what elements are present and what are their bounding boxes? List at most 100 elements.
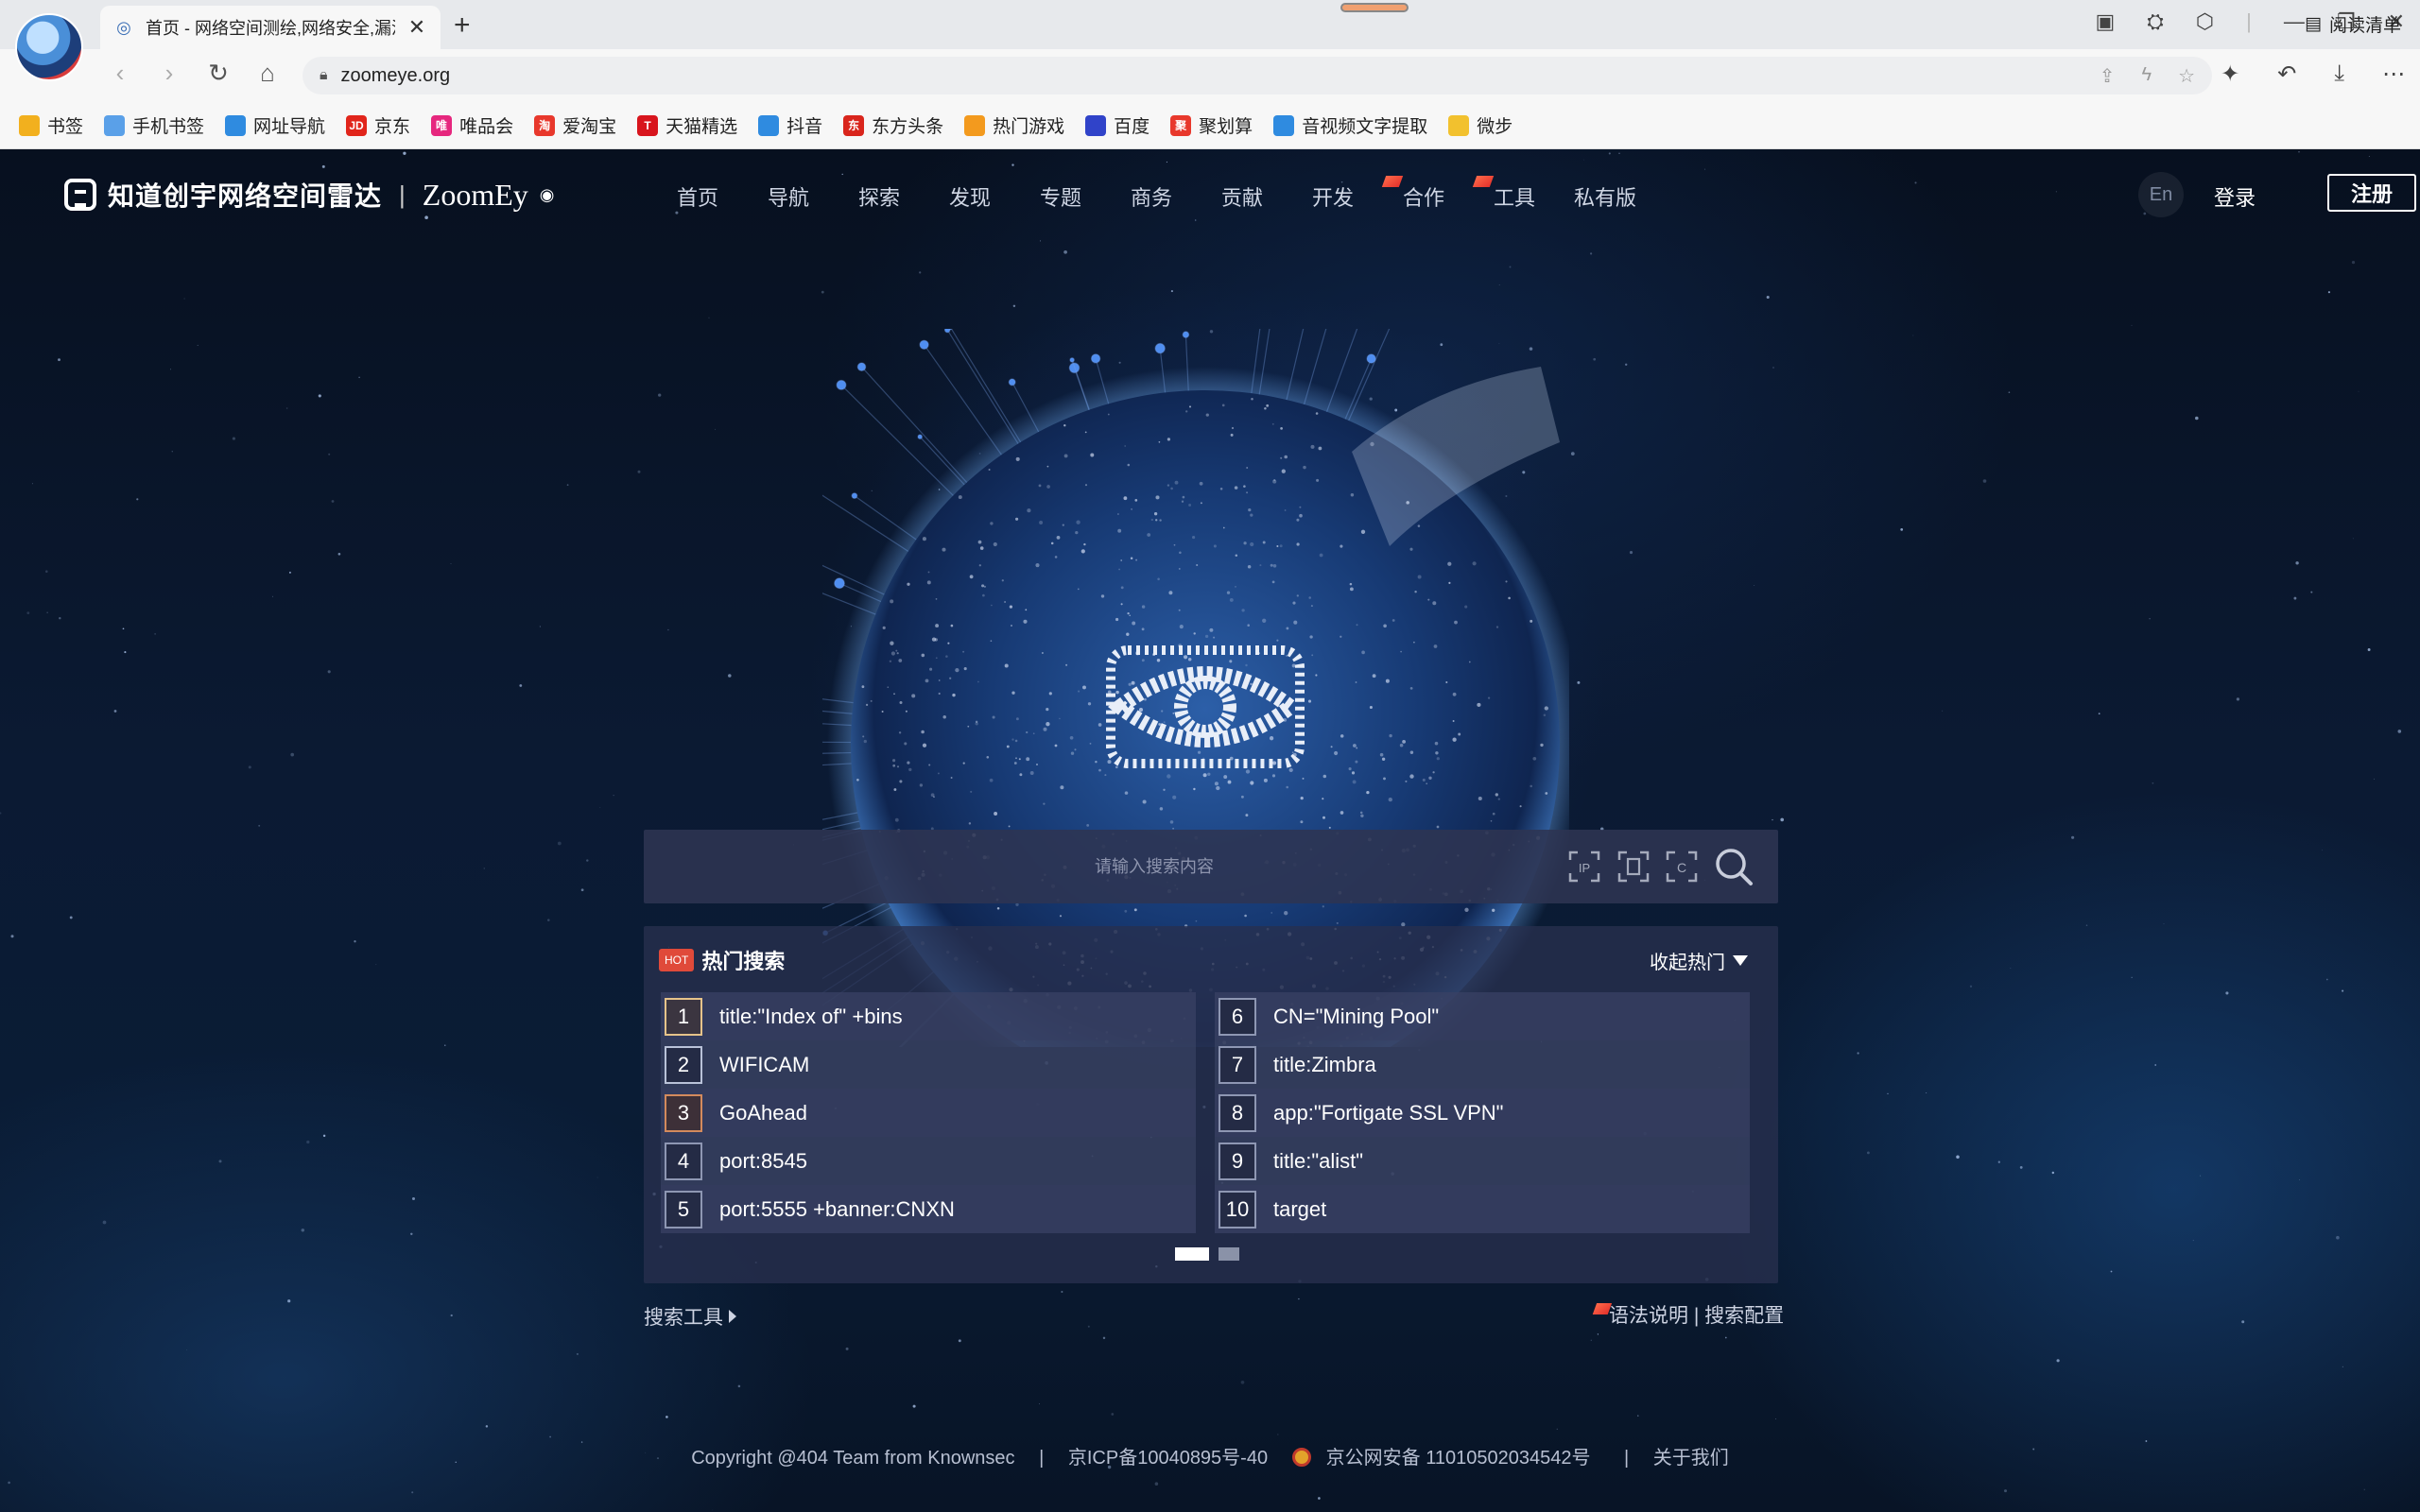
site-nav-item[interactable]: 专题	[1015, 181, 1106, 212]
bookmark-item[interactable]: 热门游戏	[964, 112, 1064, 138]
register-button[interactable]: 注册	[2327, 174, 2416, 212]
hot-search-item[interactable]: 4 port:8545	[661, 1137, 1196, 1185]
globe-particle	[975, 720, 978, 723]
bookmark-item[interactable]: 抖音	[758, 112, 822, 138]
home-icon[interactable]: ⌂	[251, 59, 284, 88]
hot-search-item[interactable]: 2 WIFICAM	[661, 1040, 1196, 1089]
hot-search-item[interactable]: 9 title:"alist"	[1215, 1137, 1750, 1185]
globe-particle	[1026, 757, 1030, 762]
footer-police-link[interactable]: 京公网安备 11010502034542号	[1291, 1448, 1600, 1469]
download-icon[interactable]: ⤓	[2334, 60, 2344, 88]
site-logo[interactable]: 知道创宇网络空间雷达 | ZoomEy ◉	[64, 176, 554, 214]
address-bar[interactable]: 🔒︎ zoomeye.org ⇪ ϟ ☆	[302, 57, 2212, 94]
globe-particle	[949, 677, 952, 679]
globe-particle	[1280, 427, 1283, 430]
site-nav-item[interactable]: 开发	[1288, 181, 1378, 212]
window-drag-handle[interactable]	[1340, 3, 1409, 12]
star-dot	[26, 611, 30, 615]
lightning-icon[interactable]: ϟ	[2141, 64, 2152, 88]
favorite-star-icon[interactable]: ☆	[2178, 64, 2195, 88]
incognito-icon[interactable]: ⛭	[2147, 9, 2164, 34]
forward-icon[interactable]: ›	[153, 59, 185, 88]
divider: |	[2246, 9, 2252, 33]
bookmark-item[interactable]: JD 京东	[346, 112, 410, 138]
domain-search-icon[interactable]	[1617, 850, 1650, 883]
bookmark-item[interactable]: 唯唯品会	[431, 112, 513, 138]
reading-list-button[interactable]: ▤ 阅读清单	[2305, 11, 2401, 37]
site-nav-item[interactable]: 私有版	[1560, 181, 1651, 212]
globe-particle	[1142, 799, 1147, 804]
back-icon[interactable]: ‹	[104, 59, 136, 88]
search-icon[interactable]	[1714, 847, 1754, 886]
cert-search-icon[interactable]: C	[1666, 850, 1698, 883]
hot-search-item[interactable]: 10 target	[1215, 1185, 1750, 1233]
footer-about-link[interactable]: 关于我们	[1653, 1448, 1729, 1469]
star-dot	[183, 298, 185, 300]
hot-search-item[interactable]: 5 port:5555 +banner:CNXN	[661, 1185, 1196, 1233]
sidebar-toggle-icon[interactable]: ▣	[2095, 9, 2115, 34]
hot-search-item[interactable]: 8 app:"Fortigate SSL VPN"	[1215, 1089, 1750, 1137]
bookmark-item[interactable]: 百度	[1085, 112, 1150, 138]
globe-particle	[1181, 500, 1184, 503]
globe-particle	[1179, 625, 1184, 629]
bookmark-item[interactable]: 聚聚划算	[1170, 112, 1253, 138]
bookmark-item[interactable]: 书签	[19, 112, 83, 138]
bookmark-item[interactable]: 东东方头条	[843, 112, 943, 138]
pager-dot[interactable]	[1219, 1247, 1239, 1261]
bookmark-item[interactable]: 淘爱淘宝	[534, 112, 616, 138]
globe-particle	[1127, 611, 1130, 615]
bookmark-item[interactable]: 手机书签	[104, 112, 204, 138]
hot-search-item[interactable]: 1 title:"Index of" +bins	[661, 992, 1196, 1040]
hot-search-item[interactable]: 6 CN="Mining Pool"	[1215, 992, 1750, 1040]
globe-particle	[1452, 692, 1457, 696]
globe-particle	[942, 547, 946, 552]
ip-search-icon[interactable]: IP	[1568, 850, 1600, 883]
site-nav-item[interactable]: 探索	[834, 181, 925, 212]
globe-particle	[1015, 517, 1019, 521]
site-nav-item[interactable]: 发现	[925, 181, 1015, 212]
active-tab[interactable]: ◎ 首页 - 网络空间测绘,网络安全,漏洞 ✕	[100, 6, 441, 49]
site-nav-item[interactable]: 商务	[1106, 181, 1197, 212]
pager-dot-active[interactable]	[1175, 1247, 1209, 1261]
footer-icp-link[interactable]: 京ICP备10040895号-40	[1068, 1448, 1268, 1469]
site-nav-item[interactable]: 工具	[1469, 181, 1560, 212]
hot-search-item[interactable]: 3 GoAhead	[661, 1089, 1196, 1137]
globe-particle	[1340, 734, 1344, 738]
bookmark-item[interactable]: 音视频文字提取	[1273, 112, 1427, 138]
star-dot	[1170, 290, 1173, 293]
bookmark-item[interactable]: 网址导航	[225, 112, 325, 138]
search-tools-link[interactable]: 搜索工具	[644, 1302, 736, 1331]
bookmark-item[interactable]: T 天猫精选	[637, 112, 737, 138]
extensions-icon[interactable]: ✦	[2221, 60, 2239, 88]
undo-icon[interactable]: ↶	[2277, 60, 2296, 88]
login-link[interactable]: 登录	[2214, 181, 2256, 212]
syntax-config-links[interactable]: 语法说明 | 搜索配置	[1592, 1300, 1784, 1329]
more-menu-icon[interactable]: ⋯	[2382, 60, 2405, 88]
tab-close-icon[interactable]: ✕	[406, 15, 427, 40]
browser-avatar[interactable]	[15, 13, 83, 81]
bookmark-item[interactable]: 微步	[1448, 112, 1512, 138]
lock-icon[interactable]: 🔒︎	[320, 67, 328, 84]
search-input[interactable]	[644, 830, 1532, 903]
globe-particle	[1445, 680, 1448, 684]
site-nav-item[interactable]: 合作	[1378, 181, 1469, 212]
site-nav-item[interactable]: 贡献	[1197, 181, 1288, 212]
hot-search-item[interactable]: 7 title:Zimbra	[1215, 1040, 1750, 1089]
e-icon	[758, 114, 780, 136]
extension-shield-icon[interactable]: ⬡	[2196, 9, 2214, 34]
new-tab-button[interactable]: +	[454, 9, 471, 42]
minimize-icon[interactable]: —	[2284, 9, 2305, 34]
star-dot	[2149, 618, 2151, 620]
share-icon[interactable]: ⇪	[2100, 64, 2116, 88]
globe-particle	[1115, 617, 1119, 622]
site-nav-item[interactable]: 首页	[652, 181, 743, 212]
collapse-hot-button[interactable]: 收起热门	[1650, 947, 1748, 974]
language-toggle[interactable]: En	[2138, 172, 2184, 217]
star-dot	[596, 1177, 598, 1178]
star-dot	[58, 358, 60, 362]
reload-icon[interactable]: ↻	[202, 59, 234, 88]
globe-particle	[1006, 745, 1010, 748]
globe-particle	[1352, 780, 1357, 784]
site-nav-item[interactable]: 导航	[743, 181, 834, 212]
star-dot	[285, 407, 288, 409]
